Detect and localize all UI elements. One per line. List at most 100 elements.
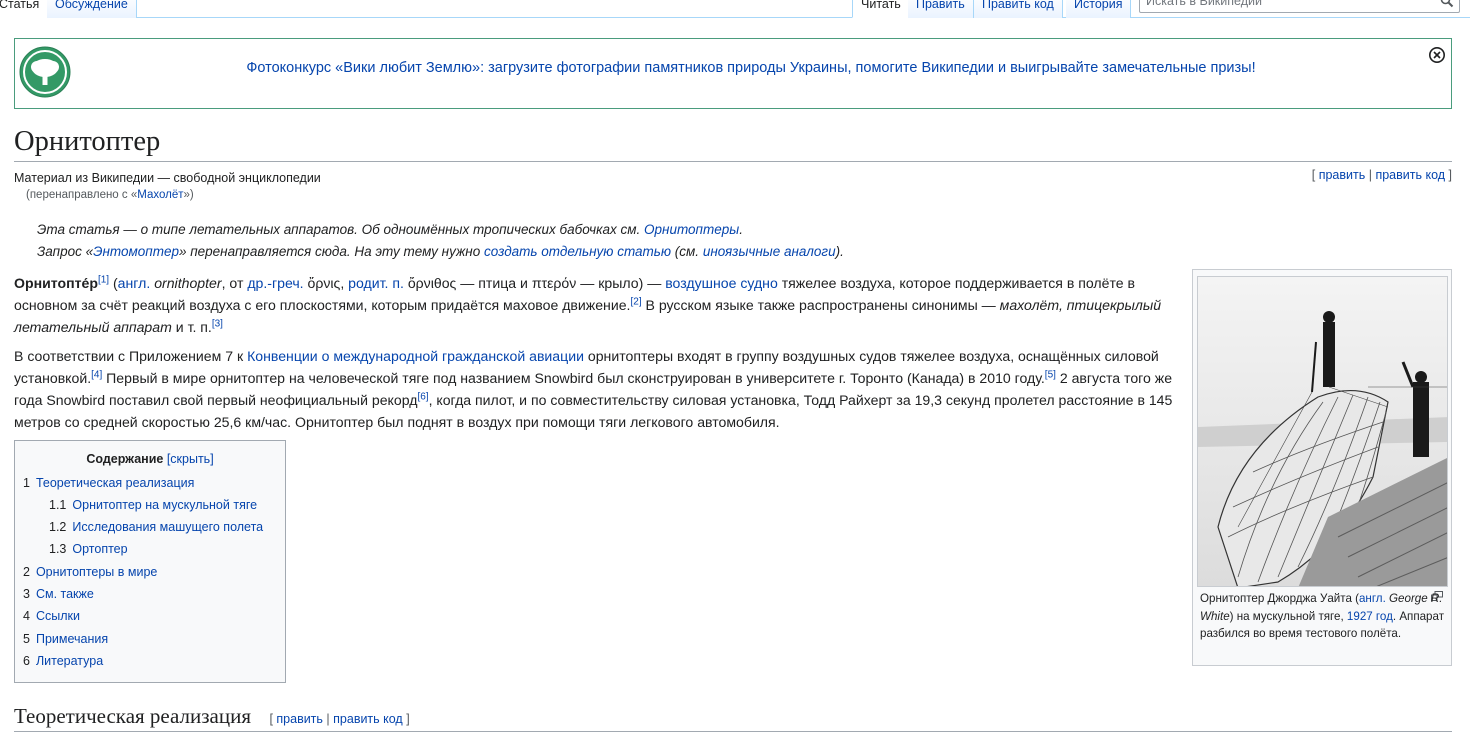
ref-link[interactable]: [6] bbox=[417, 391, 428, 402]
toc-item[interactable]: 1.2 Исследования машущего полета bbox=[49, 520, 263, 534]
hatnote-text: Эта статья — о типе летательных аппарато… bbox=[37, 222, 644, 237]
ref-link[interactable]: [3] bbox=[212, 318, 223, 329]
edit-link[interactable]: править bbox=[1319, 168, 1366, 182]
search-icon[interactable] bbox=[1440, 0, 1454, 8]
english-word: ornithopter bbox=[154, 275, 222, 291]
edit-source-link[interactable]: править код bbox=[1375, 168, 1445, 182]
page-title: Орнитоптер bbox=[14, 122, 1452, 162]
toc-number: 6 bbox=[23, 654, 30, 668]
tab-read-label: Читать bbox=[861, 0, 901, 11]
entomopter-link[interactable]: Энтомоптер bbox=[93, 244, 179, 259]
icao-convention-link[interactable]: Конвенции о международной гражданской ав… bbox=[247, 348, 584, 364]
toc-link[interactable]: Теоретическая реализация bbox=[36, 476, 194, 490]
hatnote-text: » перенаправляется сюда. На эту тему нуж… bbox=[178, 244, 484, 259]
redirect-suffix: ») bbox=[183, 189, 194, 201]
toc-item[interactable]: 6 Литература bbox=[23, 654, 103, 668]
toc-link[interactable]: Примечания bbox=[36, 632, 108, 646]
year-link[interactable]: 1927 год bbox=[1347, 610, 1393, 623]
tab-bar: Статья Обсуждение Читать Править Править… bbox=[0, 0, 1478, 18]
intro-paragraph: Орнитопте́р[1] (англ. ornithopter, от др… bbox=[14, 272, 1174, 338]
toc-item[interactable]: 1.3 Ортоптер bbox=[49, 542, 128, 556]
toc-title: Содержание bbox=[86, 452, 164, 466]
redirect-prefix: (перенаправлено с « bbox=[26, 189, 138, 201]
toc-link[interactable]: Орнитоптер на мускульной тяге bbox=[72, 498, 257, 512]
toc-link[interactable]: См. также bbox=[36, 587, 94, 601]
search-input[interactable]: Искать в Википедии bbox=[1139, 0, 1460, 13]
body-paragraph: В соответствии с Приложением 7 к Конвенц… bbox=[14, 345, 1174, 433]
ref-link[interactable]: [5] bbox=[1045, 369, 1056, 380]
interlanguage-link[interactable]: иноязычные аналоги bbox=[703, 244, 836, 259]
redirect-link[interactable]: Махолёт bbox=[137, 189, 183, 201]
text: В русском языке также распространены син… bbox=[641, 297, 1000, 313]
text: ὄρνις, bbox=[303, 275, 349, 291]
text: Первый в мире орнитоптер на человеческой… bbox=[102, 370, 1045, 386]
table-of-contents: Содержание [скрыть] 1 Теоретическая реали… bbox=[14, 440, 286, 683]
text: и т. п. bbox=[171, 319, 212, 335]
english-link[interactable]: англ. bbox=[118, 275, 151, 291]
toc-heading: Содержание [скрыть] bbox=[15, 452, 285, 466]
hatnote-link[interactable]: Орнитоптеры bbox=[644, 222, 739, 237]
toc-link[interactable]: Исследования машущего полета bbox=[72, 520, 263, 534]
toc-item[interactable]: 3 См. также bbox=[23, 587, 94, 601]
tab-article[interactable]: Статья bbox=[0, 0, 49, 18]
toc-number: 1.3 bbox=[49, 542, 67, 556]
toc-number: 2 bbox=[23, 565, 30, 579]
image-thumbnail: Орнитоптер Джорджа Уайта (англ. George R… bbox=[1192, 269, 1452, 666]
text: В соответствии с Приложением 7 к bbox=[14, 348, 248, 364]
section-edit-link[interactable]: править bbox=[276, 712, 323, 726]
aircraft-link[interactable]: воздушное судно bbox=[665, 275, 778, 291]
genitive-link[interactable]: родит. п. bbox=[348, 275, 404, 291]
ref-link[interactable]: [2] bbox=[630, 296, 641, 307]
separator: | bbox=[1365, 168, 1376, 182]
text: ( bbox=[109, 275, 118, 291]
section-heading: Теоретическая реализация [ править | пра… bbox=[14, 704, 1452, 732]
close-icon[interactable] bbox=[1428, 46, 1446, 64]
sitenotice-banner: Фотоконкурс «Вики любит Землю»: загрузит… bbox=[14, 38, 1452, 109]
hatnote-end: . bbox=[739, 222, 743, 237]
english-link[interactable]: англ. bbox=[1359, 592, 1386, 605]
banner-link[interactable]: Фотоконкурс «Вики любит Землю»: загрузит… bbox=[15, 60, 1451, 76]
tab-edit[interactable]: Править bbox=[908, 0, 974, 18]
tab-read[interactable]: Читать bbox=[852, 0, 910, 18]
ref-link[interactable]: [1] bbox=[98, 274, 109, 285]
hatnote-text: Запрос « bbox=[37, 244, 94, 259]
bracket-close: ] bbox=[1445, 168, 1452, 182]
toc-number: 4 bbox=[23, 609, 30, 623]
tab-edit-source-label: Править код bbox=[982, 0, 1054, 11]
tab-history[interactable]: История bbox=[1066, 0, 1132, 18]
tab-article-label: Статья bbox=[0, 0, 40, 11]
ornithopter-photo[interactable] bbox=[1197, 276, 1448, 587]
create-article-link[interactable]: создать отдельную статью bbox=[484, 244, 671, 259]
section-edit-links: [ править | править код ] bbox=[269, 712, 410, 726]
toc-link[interactable]: Ссылки bbox=[36, 609, 80, 623]
toc-item[interactable]: 1 Теоретическая реализация bbox=[23, 476, 194, 490]
greek-link[interactable]: др.-греч. bbox=[247, 275, 303, 291]
toc-toggle-button[interactable]: [скрыть] bbox=[167, 452, 214, 466]
page-edit-links: [ править | править код ] bbox=[1312, 168, 1452, 182]
toc-item[interactable]: 2 Орнитоптеры в мире bbox=[23, 565, 157, 579]
tab-history-label: История bbox=[1074, 0, 1123, 11]
ref-link[interactable]: [4] bbox=[91, 369, 102, 380]
toc-item[interactable]: 4 Ссылки bbox=[23, 609, 80, 623]
hatnote-redirect: Запрос «Энтомоптер» перенаправляется сюд… bbox=[37, 244, 844, 259]
toc-item[interactable]: 5 Примечания bbox=[23, 632, 108, 646]
section-edit-source-link[interactable]: править код bbox=[333, 712, 403, 726]
article-term: Орнитопте́р bbox=[14, 275, 98, 291]
tab-talk[interactable]: Обсуждение bbox=[47, 0, 137, 18]
toc-link[interactable]: Орнитоптеры в мире bbox=[36, 565, 157, 579]
redirect-note: (перенаправлено с «Махолёт») bbox=[26, 189, 194, 201]
hatnote-text: ). bbox=[835, 244, 844, 259]
toc-item[interactable]: 1.1 Орнитоптер на мускульной тяге bbox=[49, 498, 257, 512]
ornithopter-photo-icon bbox=[1198, 277, 1447, 586]
hatnote-text: (см. bbox=[671, 244, 703, 259]
toc-number: 1.1 bbox=[49, 498, 67, 512]
toc-link[interactable]: Ортоптер bbox=[72, 542, 127, 556]
bracket-open: [ bbox=[1311, 168, 1319, 182]
search-placeholder: Искать в Википедии bbox=[1146, 0, 1262, 8]
toc-number: 1.2 bbox=[49, 520, 67, 534]
scrollbar[interactable] bbox=[1470, 0, 1478, 741]
toc-number: 3 bbox=[23, 587, 30, 601]
toc-number: 5 bbox=[23, 632, 30, 646]
toc-link[interactable]: Литература bbox=[36, 654, 103, 668]
tab-edit-source[interactable]: Править код bbox=[974, 0, 1063, 18]
